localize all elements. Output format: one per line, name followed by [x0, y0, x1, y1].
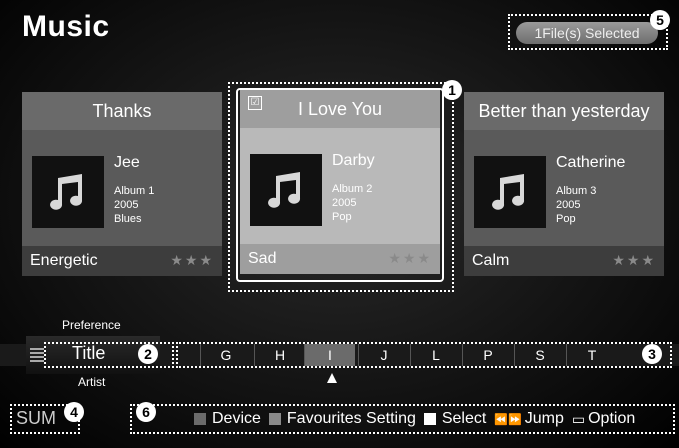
- select-button[interactable]: Select: [442, 410, 486, 428]
- card-year: 2005: [114, 199, 139, 211]
- sort-option-title[interactable]: Title: [72, 343, 105, 364]
- card-album: Album 1: [114, 185, 155, 197]
- card-year: 2005: [556, 199, 581, 211]
- sort-option-artist[interactable]: Artist: [78, 375, 105, 389]
- jump-button[interactable]: Jump: [525, 410, 564, 428]
- card-genre: Blues: [114, 213, 142, 225]
- selected-count-badge: 1File(s) Selected: [516, 22, 658, 44]
- card-album: Album 3: [556, 185, 597, 197]
- help-bar: Device Favourites Setting Select ⏪⏩ Jump…: [194, 410, 643, 428]
- card-mood: Calm: [472, 252, 510, 269]
- device-key-icon: [194, 413, 206, 425]
- rating-stars: ★★★: [612, 252, 656, 268]
- card-artist: Catherine: [556, 154, 626, 171]
- marker-3: 3: [642, 344, 662, 364]
- sort-option-preference[interactable]: Preference: [62, 318, 121, 332]
- list-icon: [30, 348, 44, 362]
- select-key-icon: [423, 413, 436, 425]
- sum-label: SUM: [16, 408, 56, 428]
- focus-border: [236, 88, 444, 282]
- jump-key-icon: ⏪⏩: [494, 413, 522, 426]
- option-key-icon: ▭: [571, 410, 586, 427]
- favourites-setting-button[interactable]: Favourites Setting: [287, 410, 416, 428]
- letter-index-frame: [176, 342, 672, 368]
- card-title: Thanks: [22, 92, 222, 130]
- marker-1: 1: [442, 80, 462, 100]
- current-letter-pointer-icon: [327, 373, 337, 383]
- card-mood: Energetic: [30, 252, 98, 269]
- music-card-better-than-yesterday[interactable]: Better than yesterday Catherine Album 3 …: [464, 92, 664, 276]
- album-art-icon: [474, 156, 546, 228]
- marker-5: 5: [650, 10, 670, 30]
- card-title: Better than yesterday: [464, 92, 664, 130]
- favourites-key-icon: [268, 413, 281, 425]
- marker-4: 4: [64, 402, 84, 422]
- music-card-thanks[interactable]: Thanks Jee Album 1 2005 Blues Energetic …: [22, 92, 222, 276]
- option-button[interactable]: Option: [588, 410, 635, 428]
- device-button[interactable]: Device: [212, 410, 261, 428]
- page-title: Music: [22, 10, 110, 43]
- album-art-icon: [32, 156, 104, 228]
- card-artist: Jee: [114, 154, 140, 171]
- rating-stars: ★★★: [170, 252, 214, 268]
- marker-6: 6: [136, 402, 156, 422]
- card-genre: Pop: [556, 213, 576, 225]
- marker-2: 2: [138, 344, 158, 364]
